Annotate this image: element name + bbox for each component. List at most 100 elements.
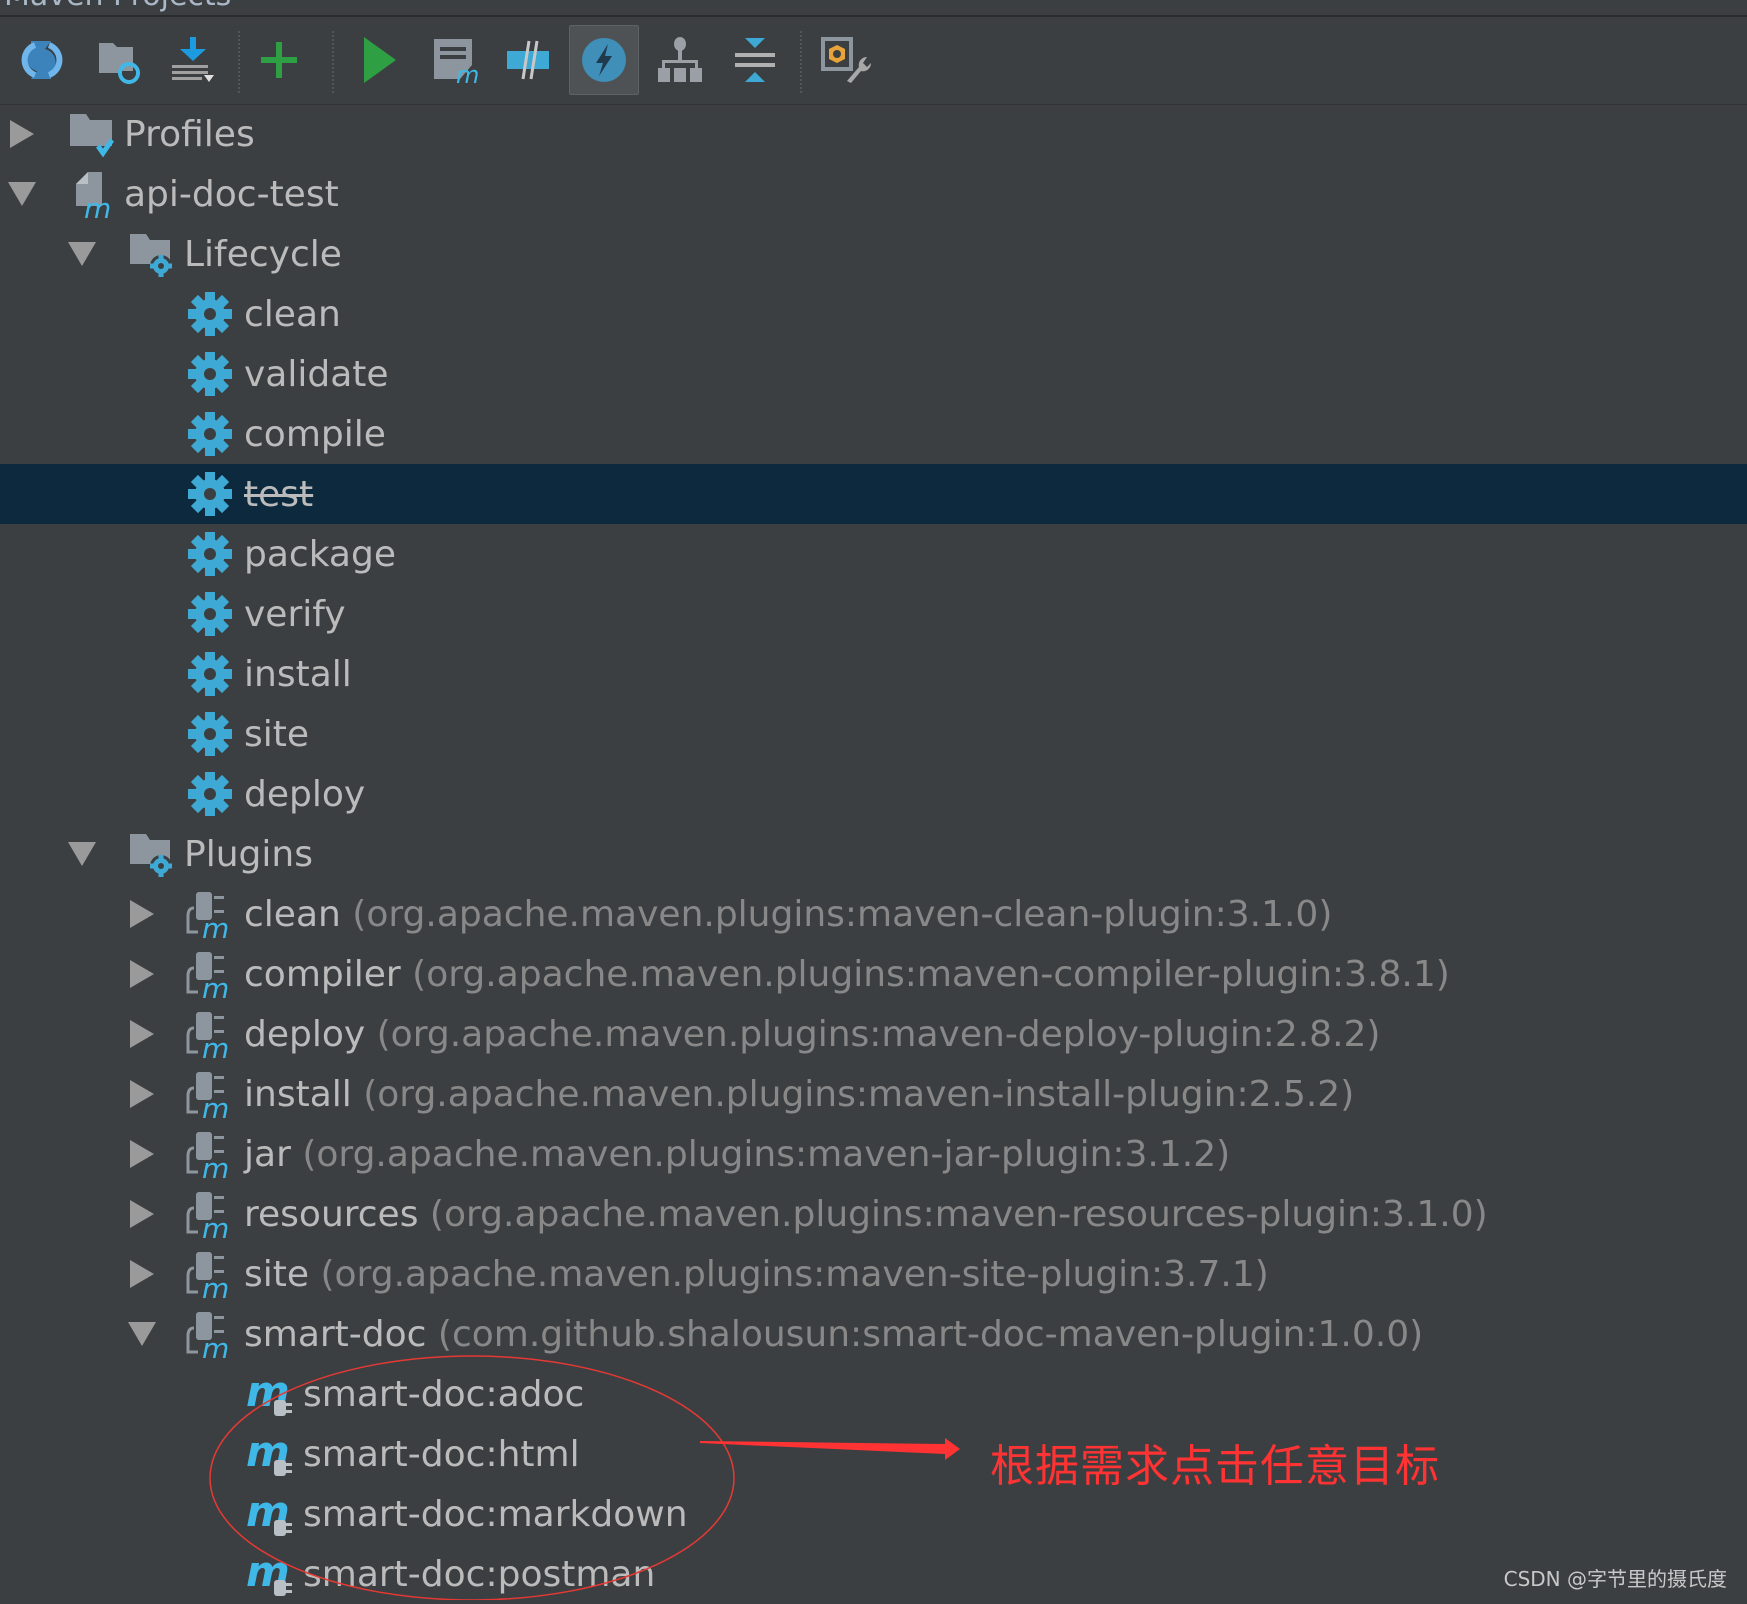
plugin-node-deploy[interactable]: m deploy (org.apache.maven.plugins:maven… [0,1004,1747,1064]
plugin-node-smart-doc[interactable]: m smart-doc (com.github.shalousun:smart-… [0,1304,1747,1364]
reimport-all-button[interactable] [7,25,77,95]
lifecycle-phase-package[interactable]: package [0,524,1747,584]
lifecycle-phase-validate[interactable]: validate [0,344,1747,404]
goal-label: smart-doc:markdown [303,1493,688,1535]
plugin-coordinates: (com.github.shalousun:smart-doc-maven-pl… [437,1313,1424,1355]
maven-toolbar: m [0,17,1747,105]
plugin-node-resources[interactable]: m resources (org.apache.maven.plugins:ma… [0,1184,1747,1244]
gear-icon [188,652,232,696]
plugin-coordinates: (org.apache.maven.plugins:maven-site-plu… [320,1253,1269,1295]
skip-tests-button[interactable] [569,25,639,95]
gear-icon [188,292,232,336]
goal-node-smart-doc-postman[interactable]: m smart-doc:postman [0,1544,1747,1604]
toolbar-separator [800,31,802,93]
folder-refresh-icon [99,43,140,84]
plugin-name: jar [244,1133,291,1175]
expand-arrow-icon[interactable] [130,960,154,988]
profiles-label: Profiles [124,113,255,155]
lifecycle-phase-compile[interactable]: compile [0,404,1747,464]
maven-plugin-icon: m [186,892,229,938]
project-label: api-doc-test [124,173,339,215]
maven-goal-icon: m [246,1550,292,1596]
svg-text:m: m [202,1032,229,1058]
plugin-name: compiler [244,953,401,995]
svg-text:m: m [202,912,229,938]
expand-arrow-icon[interactable] [130,1020,154,1048]
phase-label: install [244,653,352,695]
collapse-arrow-icon[interactable] [128,1322,156,1346]
settings-button[interactable] [810,25,880,95]
phase-label: deploy [244,773,366,815]
plugin-label: compiler (org.apache.maven.plugins:maven… [244,954,1450,995]
plugins-folder-icon [130,834,172,877]
maven-plugin-icon: m [186,1192,229,1238]
maven-plugin-icon: m [186,1312,229,1358]
lifecycle-phase-test[interactable]: test [0,464,1747,524]
plugin-coordinates: (org.apache.maven.plugins:maven-install-… [363,1073,1355,1115]
hierarchy-icon [658,37,702,82]
tree-node-project[interactable]: m api-doc-test [0,164,1747,224]
collapse-arrow-icon[interactable] [68,242,96,266]
svg-text:m: m [456,61,479,85]
download-icon [172,37,214,82]
plugin-coordinates: (org.apache.maven.plugins:maven-deploy-p… [376,1013,1381,1055]
plugin-node-install[interactable]: m install (org.apache.maven.plugins:mave… [0,1064,1747,1124]
plugin-name: smart-doc [244,1313,427,1355]
plugin-name: resources [244,1193,419,1235]
svg-text:m: m [202,972,229,998]
plugin-label: jar (org.apache.maven.plugins:maven-jar-… [244,1134,1230,1175]
generate-sources-button[interactable] [85,25,155,95]
phase-label: verify [244,593,346,635]
plugin-node-clean[interactable]: m clean (org.apache.maven.plugins:maven-… [0,884,1747,944]
expand-arrow-icon[interactable] [130,1200,154,1228]
execute-goal-button[interactable]: m [420,25,490,95]
lifecycle-phase-site[interactable]: site [0,704,1747,764]
lifecycle-phase-install[interactable]: install [0,644,1747,704]
gear-icon [188,592,232,636]
plugin-node-jar[interactable]: m jar (org.apache.maven.plugins:maven-ja… [0,1124,1747,1184]
plugin-label: install (org.apache.maven.plugins:maven-… [244,1074,1354,1115]
goal-node-smart-doc-adoc[interactable]: m smart-doc:adoc [0,1364,1747,1424]
maven-plugin-icon: m [186,1012,229,1058]
gear-icon [188,472,232,516]
phase-label: package [244,533,396,575]
run-build-button[interactable] [345,25,415,95]
collapse-arrow-icon[interactable] [8,182,36,206]
lifecycle-phase-verify[interactable]: verify [0,584,1747,644]
expand-arrow-icon[interactable] [130,900,154,928]
collapse-arrow-icon[interactable] [68,842,96,866]
tree-node-plugins[interactable]: Plugins [0,824,1747,884]
toolbar-separator [332,31,334,93]
gear-icon [188,412,232,456]
plugin-node-compiler[interactable]: m compiler (org.apache.maven.plugins:mav… [0,944,1747,1004]
maven-plugin-icon: m [186,1072,229,1118]
gear-icon [188,352,232,396]
play-icon [364,37,396,83]
collapse-all-button[interactable] [720,25,790,95]
maven-goal-icon: m [246,1490,292,1536]
lifecycle-label: Lifecycle [184,233,342,275]
gear-icon [188,712,232,756]
lifecycle-phase-clean[interactable]: clean [0,284,1747,344]
expand-arrow-icon[interactable] [10,120,34,148]
expand-arrow-icon[interactable] [130,1260,154,1288]
lifecycle-phase-deploy[interactable]: deploy [0,764,1747,824]
svg-text:m: m [202,1092,229,1118]
plugin-label: clean (org.apache.maven.plugins:maven-cl… [244,894,1332,935]
show-dependencies-button[interactable] [645,25,715,95]
add-project-button[interactable] [244,25,314,95]
expand-arrow-icon[interactable] [130,1080,154,1108]
tree-node-profiles[interactable]: Profiles [0,104,1747,164]
svg-text:m: m [202,1152,229,1178]
plugin-coordinates: (org.apache.maven.plugins:maven-resource… [429,1193,1488,1235]
expand-arrow-icon[interactable] [130,1140,154,1168]
goal-node-smart-doc-html[interactable]: m smart-doc:html [0,1424,1747,1484]
plugin-node-site[interactable]: m site (org.apache.maven.plugins:maven-s… [0,1244,1747,1304]
maven-plugin-icon: m [186,1132,229,1178]
download-sources-button[interactable] [158,25,228,95]
phase-label: site [244,713,310,755]
plugin-coordinates: (org.apache.maven.plugins:maven-clean-pl… [352,893,1333,935]
goal-node-smart-doc-markdown[interactable]: m smart-doc:markdown [0,1484,1747,1544]
tree-node-lifecycle[interactable]: Lifecycle [0,224,1747,284]
toggle-offline-button[interactable] [493,25,563,95]
